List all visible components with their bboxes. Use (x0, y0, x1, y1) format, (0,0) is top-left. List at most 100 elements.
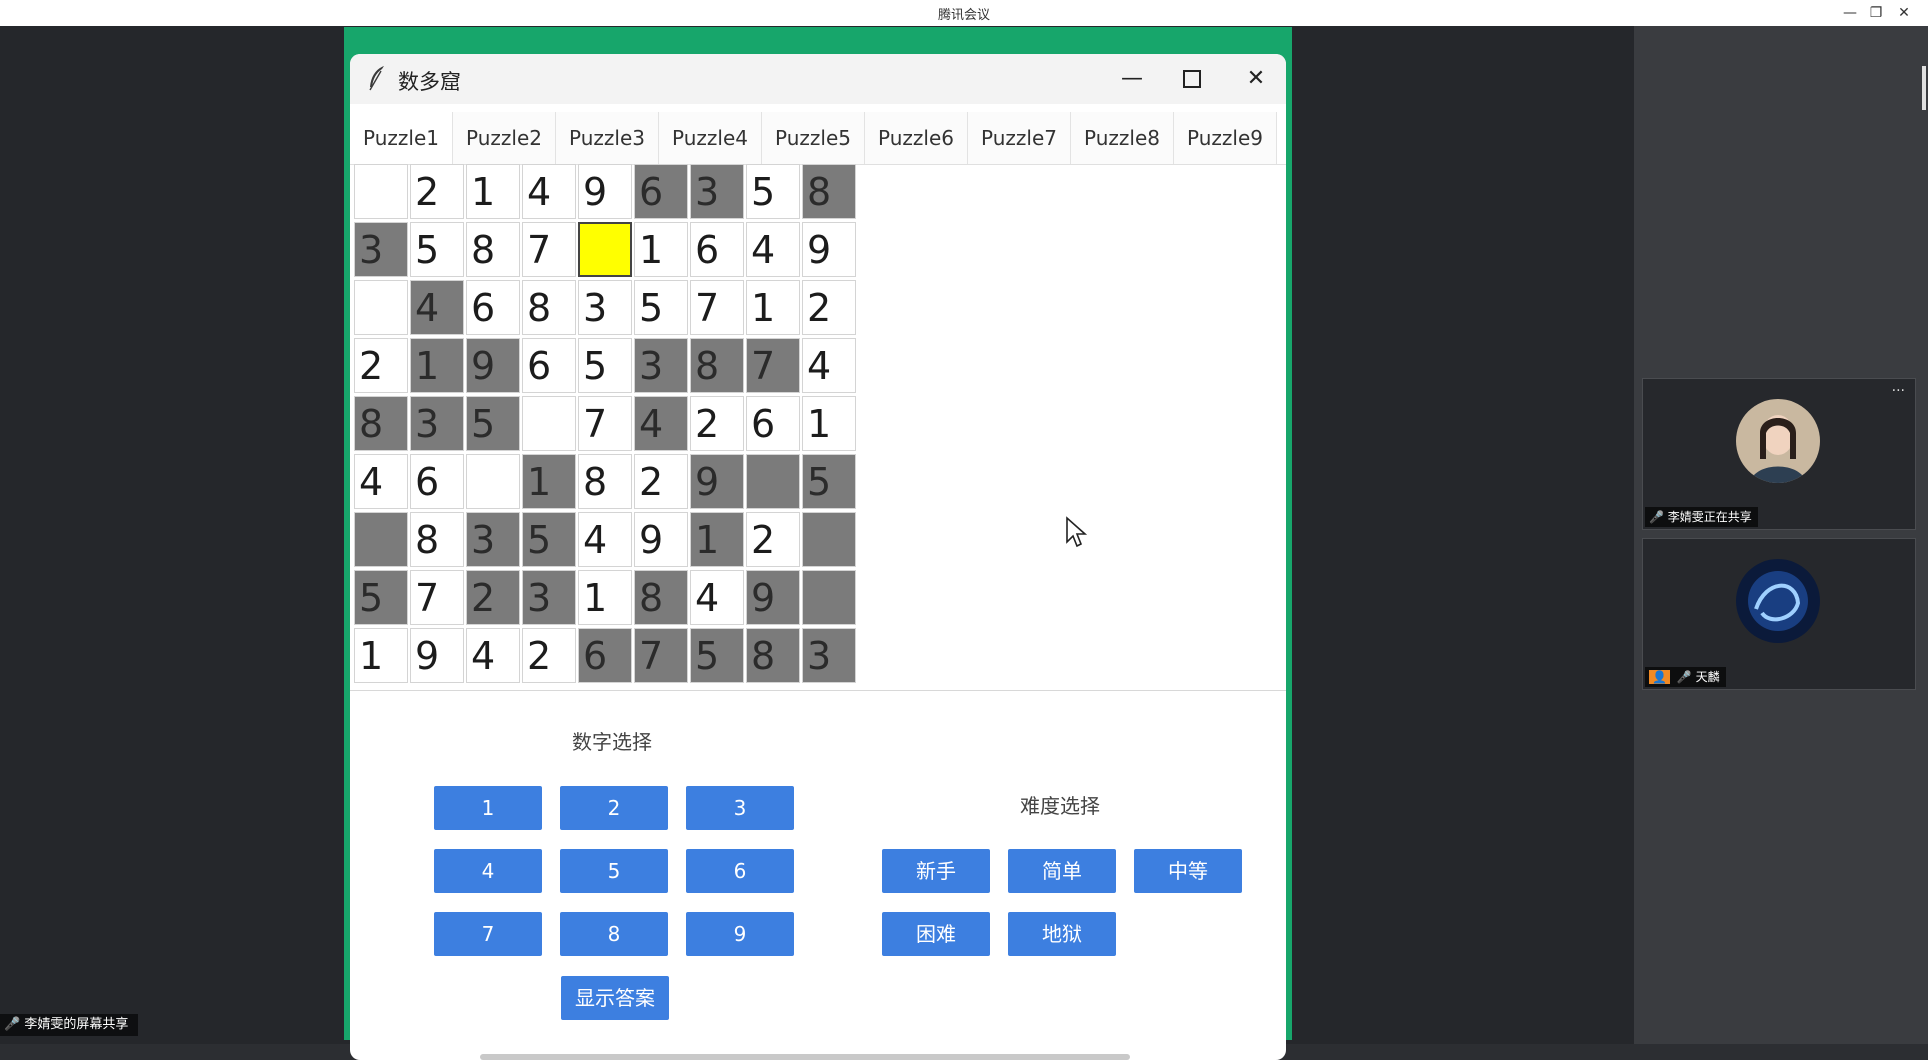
sudoku-cell[interactable]: 6 (410, 454, 464, 509)
sudoku-cell[interactable]: 5 (578, 338, 632, 393)
sudoku-cell[interactable]: 3 (802, 628, 856, 683)
sudoku-cell[interactable]: 8 (578, 454, 632, 509)
sudoku-cell[interactable] (802, 512, 856, 567)
sudoku-cell[interactable]: 5 (746, 164, 800, 219)
sudoku-cell[interactable]: 1 (466, 164, 520, 219)
number-button-5[interactable]: 5 (560, 849, 668, 893)
sudoku-cell[interactable]: 7 (410, 570, 464, 625)
tab-puzzle-5[interactable]: Puzzle5 (762, 112, 865, 164)
sudoku-cell[interactable]: 9 (690, 454, 744, 509)
sudoku-cell[interactable]: 6 (746, 396, 800, 451)
sudoku-cell[interactable]: 2 (634, 454, 688, 509)
sudoku-cell[interactable]: 1 (522, 454, 576, 509)
sudoku-cell[interactable] (354, 280, 408, 335)
sudoku-cell[interactable] (802, 570, 856, 625)
app-maximize-icon[interactable] (1170, 62, 1214, 96)
sudoku-cell[interactable]: 8 (634, 570, 688, 625)
sudoku-cell[interactable] (466, 454, 520, 509)
sudoku-cell[interactable]: 1 (690, 512, 744, 567)
sudoku-cell[interactable]: 2 (466, 570, 520, 625)
sudoku-cell[interactable]: 2 (746, 512, 800, 567)
sudoku-cell[interactable]: 3 (410, 396, 464, 451)
sudoku-cell[interactable]: 4 (634, 396, 688, 451)
sudoku-cell[interactable]: 5 (690, 628, 744, 683)
sudoku-cell[interactable] (354, 164, 408, 219)
tab-puzzle-6[interactable]: Puzzle6 (865, 112, 968, 164)
sudoku-cell[interactable]: 5 (802, 454, 856, 509)
sudoku-cell[interactable]: 5 (634, 280, 688, 335)
sudoku-cell[interactable]: 3 (578, 280, 632, 335)
sudoku-cell[interactable]: 7 (634, 628, 688, 683)
number-button-9[interactable]: 9 (686, 912, 794, 956)
sudoku-cell[interactable]: 6 (466, 280, 520, 335)
sudoku-cell[interactable]: 3 (466, 512, 520, 567)
sudoku-cell[interactable]: 4 (802, 338, 856, 393)
number-button-2[interactable]: 2 (560, 786, 668, 830)
sudoku-cell[interactable]: 4 (578, 512, 632, 567)
number-button-7[interactable]: 7 (434, 912, 542, 956)
sudoku-cell[interactable]: 8 (410, 512, 464, 567)
app-minimize-icon[interactable]: — (1110, 62, 1154, 96)
sudoku-cell[interactable]: 8 (522, 280, 576, 335)
sudoku-cell[interactable]: 9 (466, 338, 520, 393)
sudoku-cell[interactable]: 2 (802, 280, 856, 335)
sudoku-cell[interactable]: 9 (746, 570, 800, 625)
difficulty-button[interactable]: 简单 (1008, 849, 1116, 893)
app-close-icon[interactable]: ✕ (1234, 62, 1278, 96)
sudoku-cell[interactable] (522, 396, 576, 451)
sudoku-cell[interactable]: 4 (690, 570, 744, 625)
sudoku-cell[interactable]: 8 (746, 628, 800, 683)
sudoku-cell[interactable]: 5 (354, 570, 408, 625)
sudoku-cell[interactable]: 6 (578, 628, 632, 683)
sudoku-cell[interactable]: 4 (410, 280, 464, 335)
number-button-8[interactable]: 8 (560, 912, 668, 956)
sudoku-cell[interactable]: 7 (578, 396, 632, 451)
sudoku-cell[interactable]: 2 (410, 164, 464, 219)
sudoku-cell[interactable]: 1 (354, 628, 408, 683)
sudoku-cell[interactable]: 5 (410, 222, 464, 277)
sudoku-cell[interactable]: 4 (522, 164, 576, 219)
sudoku-cell[interactable] (578, 222, 632, 277)
tab-puzzle-1[interactable]: Puzzle1 (350, 112, 453, 164)
tab-puzzle-8[interactable]: Puzzle8 (1071, 112, 1174, 164)
participant-tile[interactable]: 👤 🎤 天麟 (1642, 538, 1916, 690)
sudoku-cell[interactable]: 3 (634, 338, 688, 393)
minimize-icon[interactable]: — (1836, 2, 1864, 24)
sudoku-cell[interactable]: 1 (746, 280, 800, 335)
close-icon[interactable]: ✕ (1890, 2, 1918, 24)
sudoku-cell[interactable]: 6 (690, 222, 744, 277)
tab-puzzle-7[interactable]: Puzzle7 (968, 112, 1071, 164)
sudoku-cell[interactable]: 5 (522, 512, 576, 567)
number-button-3[interactable]: 3 (686, 786, 794, 830)
more-options-icon[interactable]: ··· (1892, 383, 1905, 399)
sudoku-cell[interactable]: 9 (634, 512, 688, 567)
tab-puzzle-3[interactable]: Puzzle3 (556, 112, 659, 164)
sudoku-cell[interactable] (354, 512, 408, 567)
sudoku-cell[interactable]: 3 (690, 164, 744, 219)
sudoku-cell[interactable]: 1 (410, 338, 464, 393)
sudoku-cell[interactable]: 1 (802, 396, 856, 451)
sudoku-cell[interactable]: 1 (634, 222, 688, 277)
sudoku-cell[interactable]: 7 (522, 222, 576, 277)
panel-scrollbar[interactable] (1922, 66, 1926, 110)
sudoku-cell[interactable]: 2 (354, 338, 408, 393)
difficulty-button[interactable]: 困难 (882, 912, 990, 956)
horizontal-scrollbar[interactable] (480, 1054, 1130, 1060)
sudoku-cell[interactable]: 9 (578, 164, 632, 219)
difficulty-button[interactable]: 地狱 (1008, 912, 1116, 956)
tab-puzzle-2[interactable]: Puzzle2 (453, 112, 556, 164)
sudoku-cell[interactable]: 9 (802, 222, 856, 277)
difficulty-button[interactable]: 新手 (882, 849, 990, 893)
sudoku-cell[interactable]: 5 (466, 396, 520, 451)
sudoku-cell[interactable]: 4 (746, 222, 800, 277)
restore-icon[interactable]: ❐ (1862, 2, 1890, 24)
sudoku-cell[interactable]: 7 (746, 338, 800, 393)
sudoku-cell[interactable]: 2 (522, 628, 576, 683)
number-button-4[interactable]: 4 (434, 849, 542, 893)
difficulty-button[interactable]: 中等 (1134, 849, 1242, 893)
tab-puzzle-4[interactable]: Puzzle4 (659, 112, 762, 164)
tab-puzzle-9[interactable]: Puzzle9 (1174, 112, 1277, 164)
show-answer-button[interactable]: 显示答案 (561, 976, 669, 1020)
sudoku-cell[interactable]: 7 (690, 280, 744, 335)
participant-tile[interactable]: ··· 🎤 李婧雯正在共享 (1642, 378, 1916, 530)
